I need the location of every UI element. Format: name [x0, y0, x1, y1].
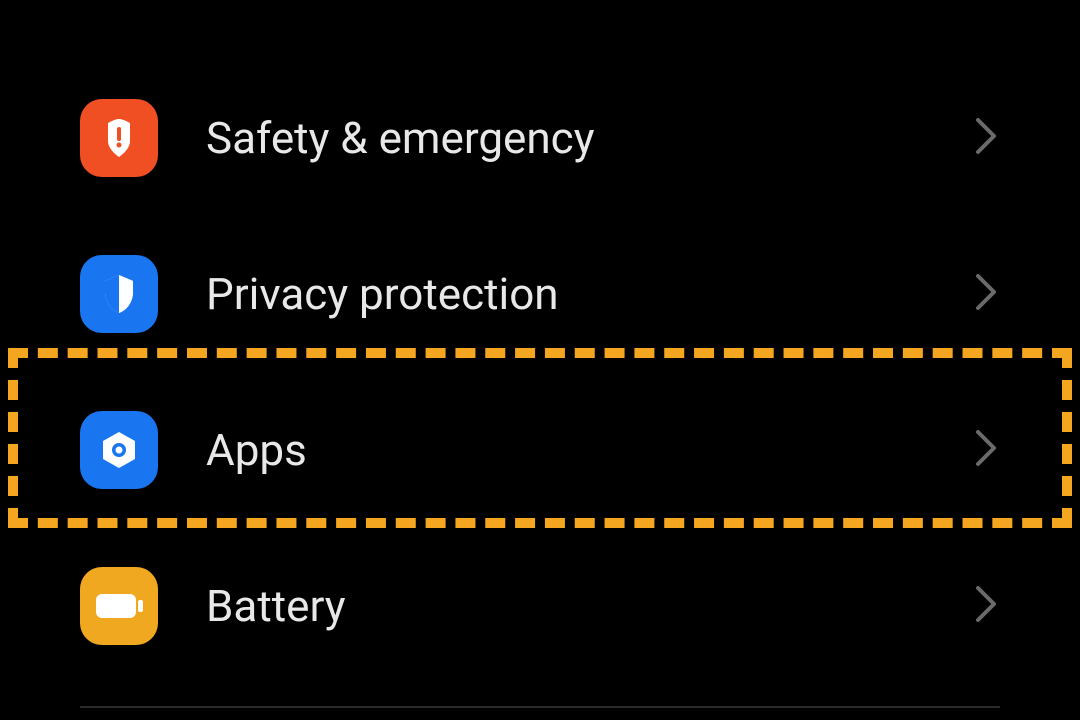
settings-item-label: Apps [206, 424, 972, 476]
chevron-right-icon [972, 114, 1000, 162]
settings-list: Safety & emergency Privacy protection [0, 0, 1080, 684]
divider [80, 706, 1000, 708]
chevron-right-icon [972, 426, 1000, 474]
settings-item-privacy[interactable]: Privacy protection [0, 216, 1080, 372]
safety-icon [80, 99, 158, 177]
settings-item-label: Safety & emergency [206, 112, 972, 164]
settings-item-battery[interactable]: Battery [0, 528, 1080, 684]
chevron-right-icon [972, 582, 1000, 630]
battery-icon [80, 567, 158, 645]
settings-item-apps[interactable]: Apps [0, 372, 1080, 528]
settings-item-label: Privacy protection [206, 268, 972, 320]
settings-item-label: Battery [206, 580, 972, 632]
privacy-icon [80, 255, 158, 333]
chevron-right-icon [972, 270, 1000, 318]
apps-icon [80, 411, 158, 489]
settings-item-safety[interactable]: Safety & emergency [0, 60, 1080, 216]
